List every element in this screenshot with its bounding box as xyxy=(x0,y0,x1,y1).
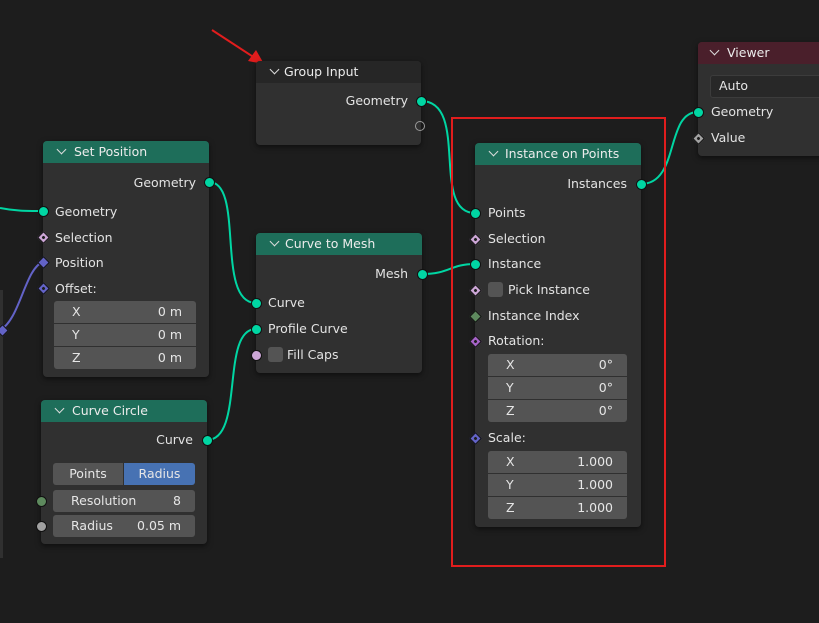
input-curve-label: Curve xyxy=(268,295,305,310)
fill-caps-label: Fill Caps xyxy=(287,347,339,362)
link-offscreen-vector xyxy=(0,261,44,331)
output-curve-socket[interactable] xyxy=(202,435,213,446)
input-offset-label: Offset: xyxy=(55,281,97,296)
chevron-down-icon[interactable] xyxy=(56,144,67,155)
curve-to-mesh-node[interactable]: Curve to Mesh Mesh Curve Profile Curve F… xyxy=(251,233,428,373)
output-mesh-label: Mesh xyxy=(375,266,408,281)
node-editor-canvas[interactable]: Group Input Geometry Set Position Geomet… xyxy=(0,0,819,623)
input-profile-curve-socket[interactable] xyxy=(251,324,262,335)
mode-toggle[interactable]: Points Radius xyxy=(53,463,195,485)
input-geometry-label: Geometry xyxy=(711,104,774,119)
mode-radius-button[interactable]: Radius xyxy=(124,463,195,485)
node-title: Group Input xyxy=(284,64,359,79)
viewer-header[interactable]: Viewer xyxy=(698,42,819,64)
input-curve-socket[interactable] xyxy=(251,298,262,309)
set-position-node[interactable]: Set Position Geometry Geometry Selection… xyxy=(37,141,215,377)
output-geometry-label: Geometry xyxy=(345,93,408,108)
input-selection-label: Selection xyxy=(55,230,113,245)
curve-circle-header[interactable]: Curve Circle xyxy=(41,400,207,422)
offset-z-field[interactable]: Z 0 m xyxy=(54,347,196,369)
group-input-header[interactable]: Group Input xyxy=(256,61,421,83)
output-geometry-label: Geometry xyxy=(133,175,196,190)
output-geometry-socket[interactable] xyxy=(204,177,215,188)
extend-socket[interactable] xyxy=(415,121,425,131)
link-offscreen-to-set-position xyxy=(0,207,44,212)
viewer-node[interactable]: Viewer Auto Geometry Value xyxy=(692,42,819,156)
input-geometry-socket[interactable] xyxy=(693,107,704,118)
input-value-label: Value xyxy=(711,130,746,145)
domain-dropdown[interactable]: Auto xyxy=(710,75,819,98)
fill-caps-checkbox[interactable] xyxy=(268,347,283,362)
mode-points-button[interactable]: Points xyxy=(53,463,123,485)
input-geometry-socket[interactable] xyxy=(38,206,49,217)
offset-y-field[interactable]: Y 0 m xyxy=(54,324,196,346)
link-curve-circle-to-profile xyxy=(206,328,257,441)
link-set-position-to-curve-to-mesh xyxy=(208,181,257,304)
chevron-down-icon[interactable] xyxy=(269,236,280,247)
output-geometry-socket[interactable] xyxy=(416,96,427,107)
output-mesh-socket[interactable] xyxy=(417,269,428,280)
offset-x-field[interactable]: X 0 m xyxy=(54,301,196,323)
output-curve-label: Curve xyxy=(156,432,193,447)
input-position-label: Position xyxy=(55,255,104,270)
chevron-down-icon[interactable] xyxy=(54,403,65,414)
input-profile-curve-label: Profile Curve xyxy=(268,321,348,336)
chevron-down-icon[interactable] xyxy=(269,64,280,75)
curve-circle-node[interactable]: Curve Circle Curve Points Radius Resolut… xyxy=(36,400,213,544)
node-title: Viewer xyxy=(727,45,770,60)
highlight-box-annotation xyxy=(451,117,666,567)
curve-to-mesh-header[interactable]: Curve to Mesh xyxy=(256,233,422,255)
set-position-header[interactable]: Set Position xyxy=(43,141,209,163)
input-fill-caps-socket[interactable] xyxy=(251,350,262,361)
input-resolution-socket[interactable] xyxy=(36,496,47,507)
radius-field[interactable]: Radius 0.05 m xyxy=(53,515,195,537)
node-title: Curve to Mesh xyxy=(285,236,376,251)
node-title: Curve Circle xyxy=(72,403,148,418)
input-radius-socket[interactable] xyxy=(36,521,47,532)
resolution-field[interactable]: Resolution 8 xyxy=(53,490,195,512)
input-geometry-label: Geometry xyxy=(55,204,118,219)
chevron-down-icon[interactable] xyxy=(709,45,720,56)
node-title: Set Position xyxy=(74,144,148,159)
group-input-node[interactable]: Group Input Geometry xyxy=(256,61,427,145)
red-arrow-annotation xyxy=(211,29,264,64)
